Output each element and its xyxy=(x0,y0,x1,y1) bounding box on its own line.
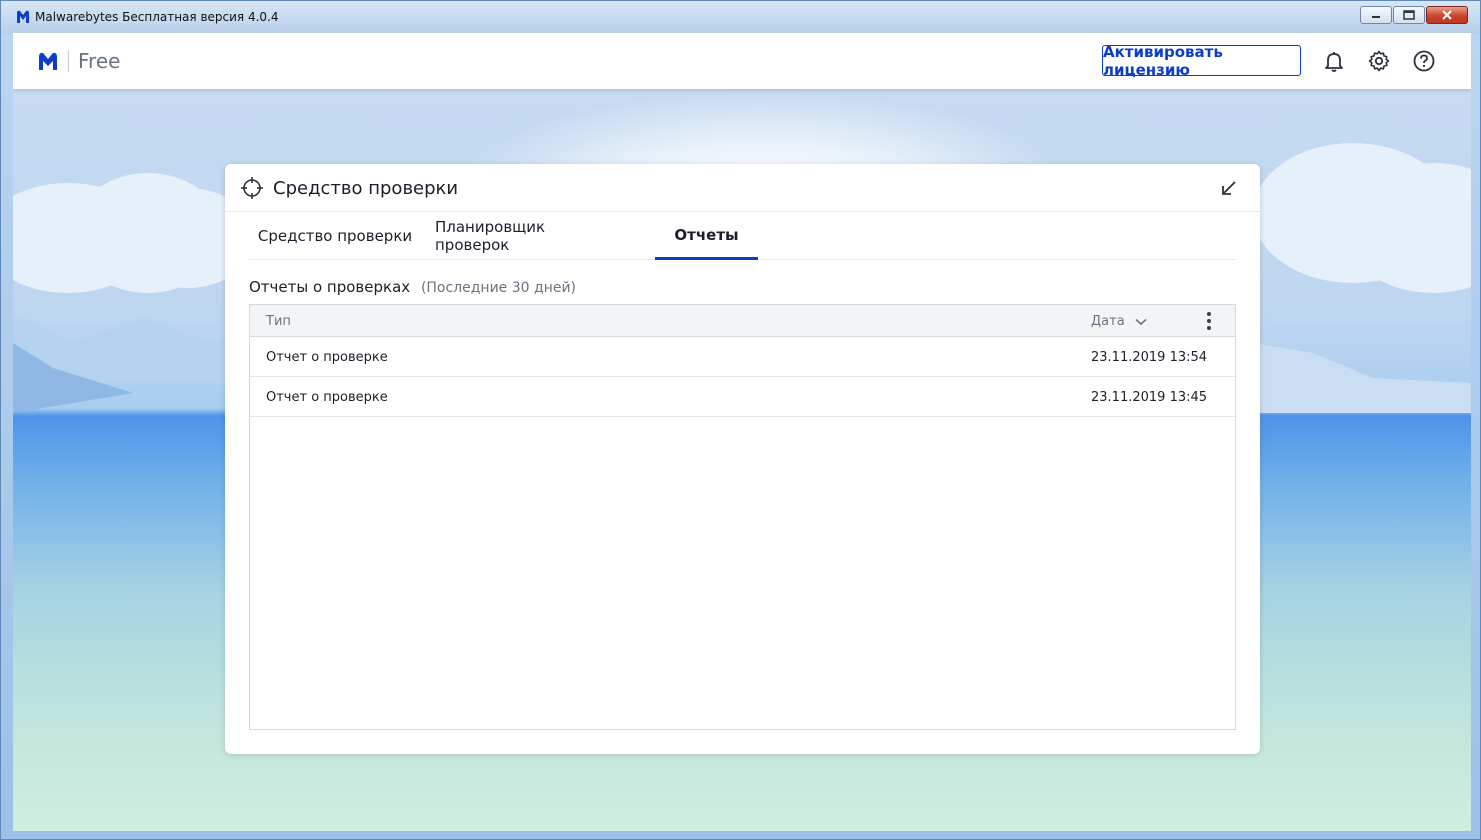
more-options-icon[interactable] xyxy=(1203,311,1215,331)
activate-license-button[interactable]: Активировать лицензию xyxy=(1102,43,1301,79)
table-header: Тип Дата xyxy=(250,305,1235,337)
panel-title: Средство проверки xyxy=(273,178,459,199)
panel-header: Средство проверки xyxy=(225,164,1260,212)
tab-reports[interactable]: Отчеты xyxy=(655,212,758,260)
app-window: Malwarebytes Бесплатная версия 4.0.4 Fre… xyxy=(0,0,1481,840)
table-row[interactable]: Отчет о проверке 23.11.2019 13:45 xyxy=(250,377,1235,417)
tab-scan-scheduler[interactable]: Планировщик проверок xyxy=(435,212,623,260)
maximize-icon xyxy=(1403,10,1415,20)
report-type: Отчет о проверке xyxy=(266,350,388,365)
edition-label: Free xyxy=(78,49,121,73)
brand: Free xyxy=(37,49,120,73)
reports-table: Тип Дата Отчет о проверке 23.11.2019 13:… xyxy=(249,304,1236,730)
bell-icon[interactable] xyxy=(1322,49,1346,73)
malwarebytes-logo-icon xyxy=(17,10,29,23)
gear-icon[interactable] xyxy=(1367,49,1391,73)
section-subtitle: (Последние 30 дней) xyxy=(420,280,577,296)
collapse-icon[interactable] xyxy=(1220,179,1238,197)
close-button[interactable] xyxy=(1426,6,1468,24)
app-header: Free Активировать лицензию xyxy=(13,33,1471,89)
malwarebytes-logo-icon xyxy=(39,52,57,70)
table-row[interactable]: Отчет о проверке 23.11.2019 13:54 xyxy=(250,337,1235,377)
column-header-date[interactable]: Дата xyxy=(1091,314,1147,329)
minimize-icon xyxy=(1372,16,1380,18)
section-heading: Отчеты о проверках (Последние 30 дней) xyxy=(249,278,576,296)
help-icon[interactable] xyxy=(1412,49,1436,73)
column-header-date-label: Дата xyxy=(1091,314,1125,329)
title-bar[interactable]: Malwarebytes Бесплатная версия 4.0.4 xyxy=(1,1,1480,33)
brand-separator xyxy=(68,50,69,72)
close-icon xyxy=(1442,10,1452,20)
report-date: 23.11.2019 13:45 xyxy=(1091,390,1208,405)
maximize-button[interactable] xyxy=(1393,6,1425,24)
panel-tabs: Средство проверки Планировщик проверок О… xyxy=(249,212,1236,260)
crosshair-icon xyxy=(241,177,263,199)
column-header-type[interactable]: Тип xyxy=(266,314,291,329)
minimize-button[interactable] xyxy=(1360,6,1392,24)
window-title: Malwarebytes Бесплатная версия 4.0.4 xyxy=(35,10,279,24)
chevron-down-icon xyxy=(1135,318,1147,325)
tab-scanner[interactable]: Средство проверки xyxy=(249,212,421,260)
report-date: 23.11.2019 13:54 xyxy=(1091,350,1208,365)
scanner-panel: Средство проверки Средство проверки План… xyxy=(225,164,1260,754)
section-title: Отчеты о проверках xyxy=(249,278,411,296)
report-type: Отчет о проверке xyxy=(266,390,388,405)
client-area: Free Активировать лицензию Средство пров… xyxy=(13,33,1471,831)
